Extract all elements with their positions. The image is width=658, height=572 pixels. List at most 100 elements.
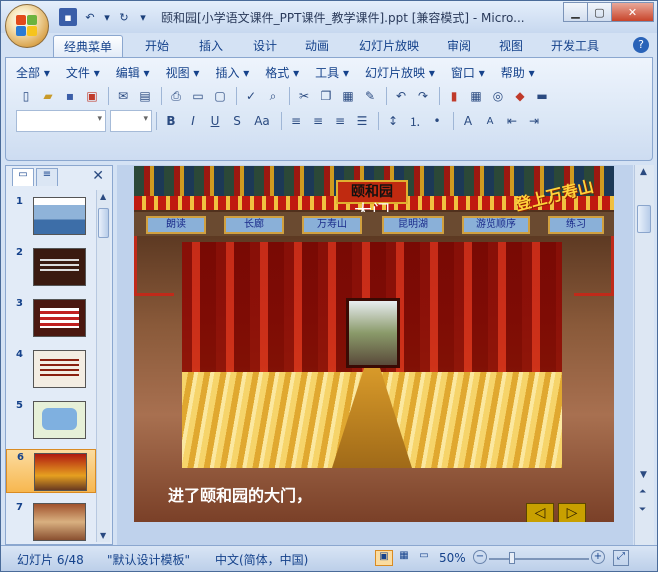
scroll-down-icon[interactable]: ▼ — [640, 470, 647, 480]
slide-thumbnail-3[interactable]: 3 — [6, 296, 96, 340]
color-scheme-icon[interactable]: ◆ — [510, 86, 530, 106]
normal-view-icon[interactable]: ▣ — [375, 550, 393, 566]
tab-review[interactable]: 审阅 — [437, 35, 481, 57]
font-grow-icon[interactable]: A — [458, 111, 478, 131]
next-slide-button[interactable]: ▷ — [558, 503, 586, 522]
help-icon[interactable]: ? — [633, 37, 649, 53]
scroll-up-icon[interactable]: ▲ — [100, 192, 106, 201]
increase-indent-icon[interactable]: ⇥ — [524, 111, 544, 131]
format-painter-icon[interactable]: ✎ — [360, 86, 380, 106]
tab-developer[interactable]: 开发工具 — [541, 35, 609, 57]
slide-thumbnail-4[interactable]: 4 — [6, 347, 96, 391]
print-icon[interactable]: ⎙ — [166, 86, 186, 106]
menu-slideshow[interactable]: 幻灯片放映 ▾ — [365, 64, 435, 81]
nav-tour-order[interactable]: 游览顺序 — [462, 216, 530, 234]
undo-icon[interactable]: ↶ — [81, 8, 99, 26]
tab-classic-menu[interactable]: 经典菜单 — [53, 35, 124, 57]
redo-icon[interactable]: ↷ — [413, 86, 433, 106]
underline-button[interactable]: U — [205, 111, 225, 131]
nav-exercise[interactable]: 练习 — [548, 216, 604, 234]
maximize-button[interactable]: ▢ — [587, 2, 612, 22]
font-shrink-icon[interactable]: A — [480, 111, 500, 131]
zoom-out-icon[interactable]: − — [473, 550, 487, 564]
numbering-icon[interactable]: ⒈ — [405, 111, 425, 131]
vertical-scrollbar[interactable]: ▲ ▼ ⏶ ⏷ — [634, 165, 654, 545]
close-pane-icon[interactable]: ✕ — [92, 168, 104, 184]
slide-thumbnail-7[interactable]: 7 — [6, 500, 96, 542]
decrease-indent-icon[interactable]: ⇤ — [502, 111, 522, 131]
line-spacing-icon[interactable]: ↕ — [383, 111, 403, 131]
menu-insert[interactable]: 插入 ▾ — [215, 64, 249, 81]
bold-button[interactable]: B — [161, 111, 181, 131]
undo-icon[interactable]: ↶ — [391, 86, 411, 106]
menu-all[interactable]: 全部 ▾ — [16, 64, 50, 81]
tab-view[interactable]: 视图 — [489, 35, 533, 57]
align-center-icon[interactable]: ≡ — [308, 111, 328, 131]
menu-view[interactable]: 视图 ▾ — [166, 64, 200, 81]
tab-insert[interactable]: 插入 — [189, 35, 233, 57]
redo-icon[interactable]: ↻ — [115, 8, 133, 26]
zoom-slider[interactable] — [489, 558, 589, 560]
shadow-button[interactable]: S — [227, 111, 247, 131]
next-slide-icon[interactable]: ⏷ — [639, 505, 646, 515]
slideshow-icon[interactable]: ▢ — [210, 86, 230, 106]
menu-window[interactable]: 窗口 ▾ — [451, 64, 485, 81]
grayscale-icon[interactable]: ▬ — [532, 86, 552, 106]
scrollbar-thumb[interactable] — [637, 205, 651, 233]
table-icon[interactable]: ▦ — [466, 86, 486, 106]
slide-thumbnail-1[interactable]: 1 — [6, 194, 96, 238]
menu-file[interactable]: 文件 ▾ — [66, 64, 100, 81]
menu-help[interactable]: 帮助 ▾ — [501, 64, 535, 81]
justify-icon[interactable]: ☰ — [352, 111, 372, 131]
nav-longevity-hill[interactable]: 万寿山 — [302, 216, 362, 234]
slide-thumbnail-6[interactable]: 6 — [6, 449, 96, 493]
nav-long-corridor[interactable]: 长廊 — [224, 216, 284, 234]
office-button[interactable] — [5, 4, 49, 48]
email-icon[interactable]: ✉ — [113, 86, 133, 106]
slide-thumbnail-2[interactable]: 2 — [6, 245, 96, 289]
tab-animation[interactable]: 动画 — [295, 35, 339, 57]
zoom-slider-thumb[interactable] — [509, 552, 515, 564]
customize-qat-icon[interactable]: ▾ — [137, 8, 149, 26]
clipart-icon[interactable]: ◎ — [488, 86, 508, 106]
menu-format[interactable]: 格式 ▾ — [265, 64, 299, 81]
font-size-combo[interactable] — [110, 110, 152, 132]
bullets-icon[interactable]: • — [427, 111, 447, 131]
thumbnail-scrollbar[interactable]: ▲ ▼ — [96, 190, 110, 542]
chart-icon[interactable]: ▮ — [444, 86, 464, 106]
slide-thumbnail-5[interactable]: 5 — [6, 398, 96, 442]
align-right-icon[interactable]: ≡ — [330, 111, 350, 131]
open-folder-icon[interactable]: ▰ — [38, 86, 58, 106]
align-left-icon[interactable]: ≡ — [286, 111, 306, 131]
menu-tools[interactable]: 工具 ▾ — [315, 64, 349, 81]
close-button[interactable]: ✕ — [611, 2, 654, 22]
nav-kunming-lake[interactable]: 昆明湖 — [382, 216, 444, 234]
scroll-down-icon[interactable]: ▼ — [100, 531, 106, 540]
font-name-combo[interactable] — [16, 110, 106, 132]
nav-read-aloud[interactable]: 朗读 — [146, 216, 206, 234]
undo-dropdown-icon[interactable]: ▾ — [103, 8, 111, 26]
permission-icon[interactable]: ▣ — [82, 86, 102, 106]
save-icon[interactable]: ▪ — [59, 8, 77, 26]
tab-design[interactable]: 设计 — [243, 35, 287, 57]
research-icon[interactable]: ⌕ — [263, 86, 283, 106]
scroll-up-icon[interactable]: ▲ — [640, 167, 647, 177]
tab-slideshow[interactable]: 幻灯片放映 — [349, 35, 429, 57]
italic-button[interactable]: I — [183, 111, 203, 131]
print-preview-icon[interactable]: ▤ — [135, 86, 155, 106]
slides-tab-icon[interactable]: ▭ — [12, 168, 34, 186]
slide-canvas[interactable]: 颐和园 大门 登上万寿山 朗读 长廊 万寿山 昆明湖 游览顺序 练习 进了颐和园… — [134, 166, 614, 522]
menu-edit[interactable]: 编辑 ▾ — [116, 64, 150, 81]
cut-icon[interactable]: ✂ — [294, 86, 314, 106]
scrollbar-thumb[interactable] — [98, 208, 109, 238]
outline-tab-icon[interactable]: ≡ — [36, 168, 58, 186]
copy-icon[interactable]: ❐ — [316, 86, 336, 106]
paste-icon[interactable]: ▦ — [338, 86, 358, 106]
slide-sorter-icon[interactable]: ▦ — [395, 550, 413, 566]
change-case-button[interactable]: Aa — [249, 111, 275, 131]
preview-icon[interactable]: ▭ — [188, 86, 208, 106]
previous-slide-button[interactable]: ◁ — [526, 503, 554, 522]
zoom-in-icon[interactable]: + — [591, 550, 605, 564]
fit-to-window-icon[interactable]: ⤢ — [613, 550, 629, 566]
tab-home[interactable]: 开始 — [135, 35, 179, 57]
